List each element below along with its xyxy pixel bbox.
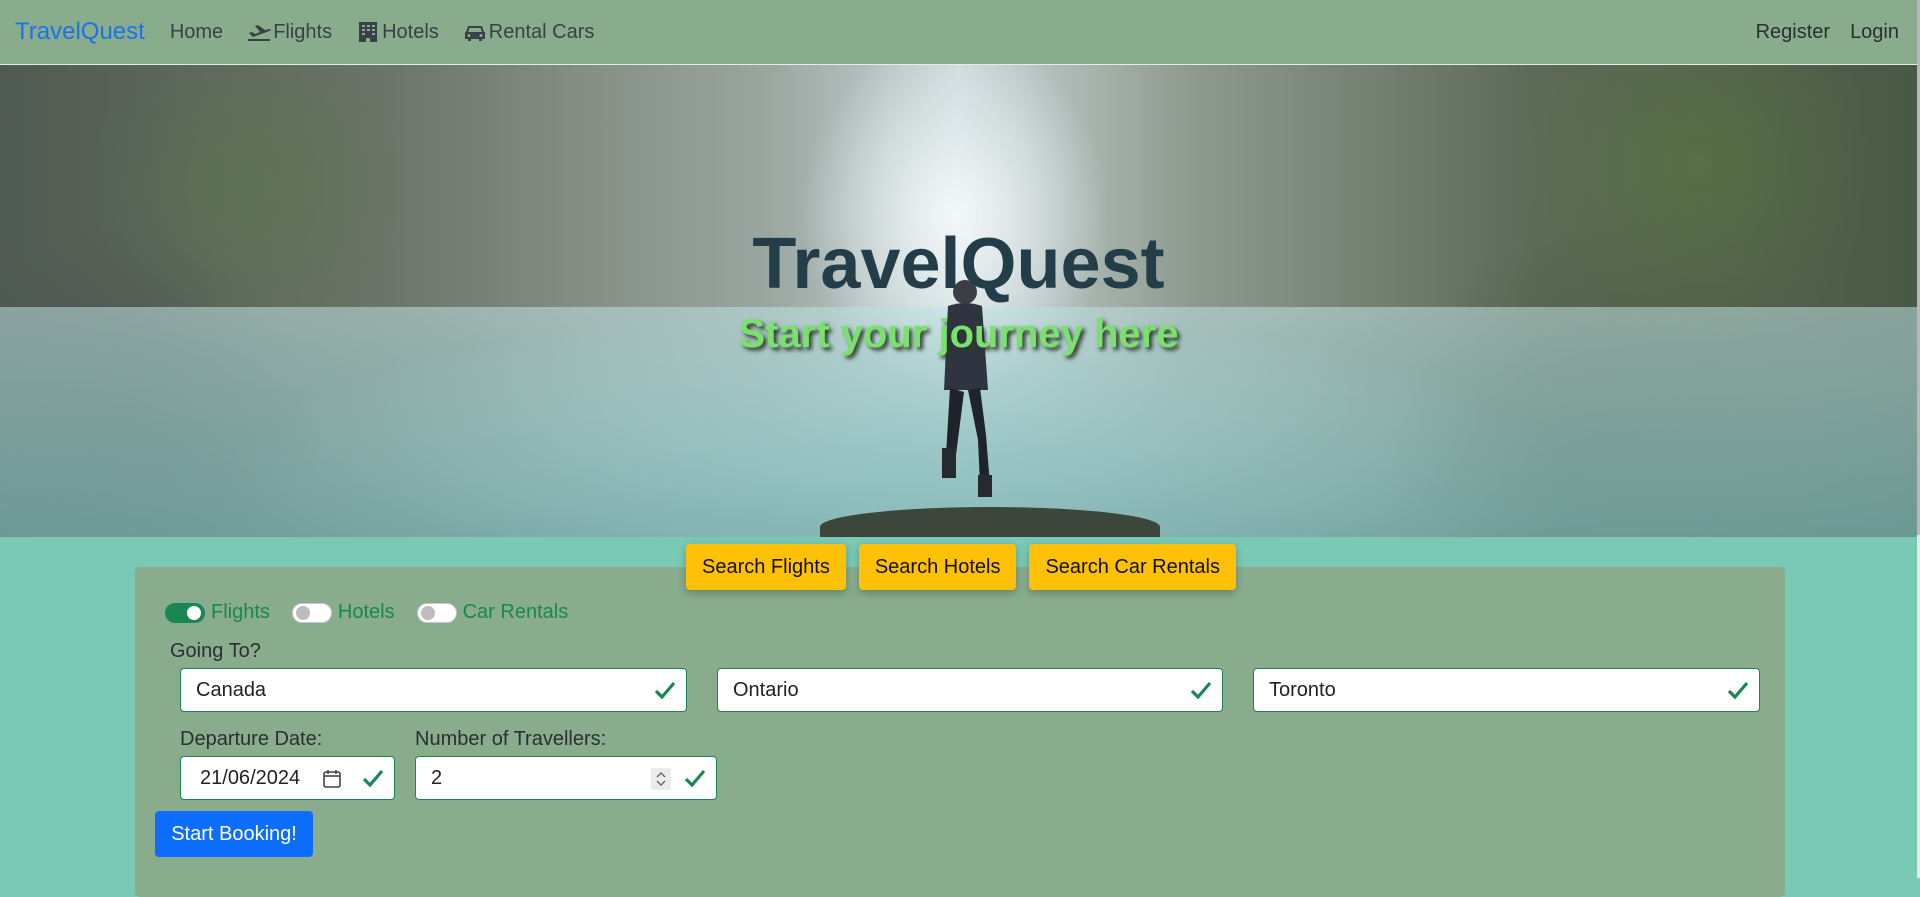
check-icon (654, 681, 676, 700)
calendar-icon[interactable] (322, 769, 342, 789)
login-link[interactable]: Login (1850, 21, 1899, 44)
city-field[interactable]: Toronto (1253, 668, 1760, 712)
toggle-car-rentals-label: Car Rentals (462, 601, 569, 623)
check-icon (1727, 681, 1749, 700)
hero-subtitle: Start your journey here (738, 312, 1179, 356)
country-field[interactable]: Canada (180, 668, 687, 712)
travellers-value: 2 (431, 766, 443, 789)
nav-flights-label: Flights (273, 20, 333, 43)
province-field[interactable]: Ontario (717, 668, 1223, 712)
nav-hotels-label: Hotels (382, 20, 439, 43)
booking-form-panel: Flights Hotels Car Rentals (135, 567, 1785, 897)
car-rentals-switch[interactable] (416, 602, 457, 623)
top-navbar: TravelQuest Home Flights Hotels Rental C… (0, 0, 1917, 65)
toggle-flights[interactable]: Flights (165, 601, 270, 624)
main-nav: Home Flights Hotels Rental Cars (158, 21, 607, 44)
hiker-figure-image (942, 280, 992, 497)
hero-banner: TravelQuest Start your journey here (0, 65, 1917, 537)
search-car-rentals-button[interactable]: Search Car Rentals (1029, 544, 1236, 590)
hotels-switch[interactable] (291, 602, 332, 623)
toggle-flights-label: Flights (211, 601, 270, 623)
nav-rental-cars-label: Rental Cars (488, 20, 595, 43)
start-booking-button[interactable]: Start Booking! (155, 811, 313, 857)
auth-nav: Register Login (1746, 21, 1909, 44)
check-icon (1190, 681, 1212, 700)
number-spinner-icon[interactable] (651, 768, 671, 790)
building-icon (359, 22, 378, 42)
province-value: Ontario (733, 678, 799, 701)
travellers-input[interactable]: 2 (415, 756, 717, 800)
departure-date-input[interactable]: 21/06/2024 (180, 756, 395, 800)
nav-home-label: Home (169, 20, 224, 43)
nav-home[interactable]: Home (170, 21, 223, 44)
nav-rental-cars[interactable]: Rental Cars (463, 20, 595, 44)
brand-logo-link[interactable]: TravelQuest (15, 18, 145, 46)
search-type-buttons: Search Flights Search Hotels Search Car … (686, 544, 1236, 590)
hero-title: TravelQuest (752, 224, 1165, 304)
flights-switch[interactable] (165, 602, 205, 623)
search-hotels-button[interactable]: Search Hotels (858, 544, 1017, 590)
search-flights-button[interactable]: Search Flights (686, 544, 846, 590)
car-icon (464, 26, 485, 41)
check-icon (684, 769, 706, 788)
booking-type-toggles: Flights Hotels Car Rentals (165, 601, 590, 624)
toggle-car-rentals[interactable]: Car Rentals (416, 601, 569, 624)
check-icon (362, 769, 384, 788)
travellers-label: Number of Travellers: (415, 728, 607, 750)
nav-hotels[interactable]: Hotels (356, 21, 439, 44)
register-link[interactable]: Register (1756, 21, 1830, 44)
plane-icon (248, 25, 271, 41)
departure-year: 2024 (255, 766, 301, 789)
going-to-label: Going To? (170, 640, 261, 662)
toggle-hotels-label: Hotels (337, 601, 395, 623)
country-value: Canada (196, 678, 267, 701)
city-value: Toronto (1269, 678, 1336, 701)
departure-month: 06 (227, 766, 251, 789)
departure-day: 21 (200, 766, 223, 789)
departure-date-label: Departure Date: (180, 728, 323, 750)
nav-flights[interactable]: Flights (247, 21, 332, 44)
toggle-hotels[interactable]: Hotels (291, 601, 395, 624)
